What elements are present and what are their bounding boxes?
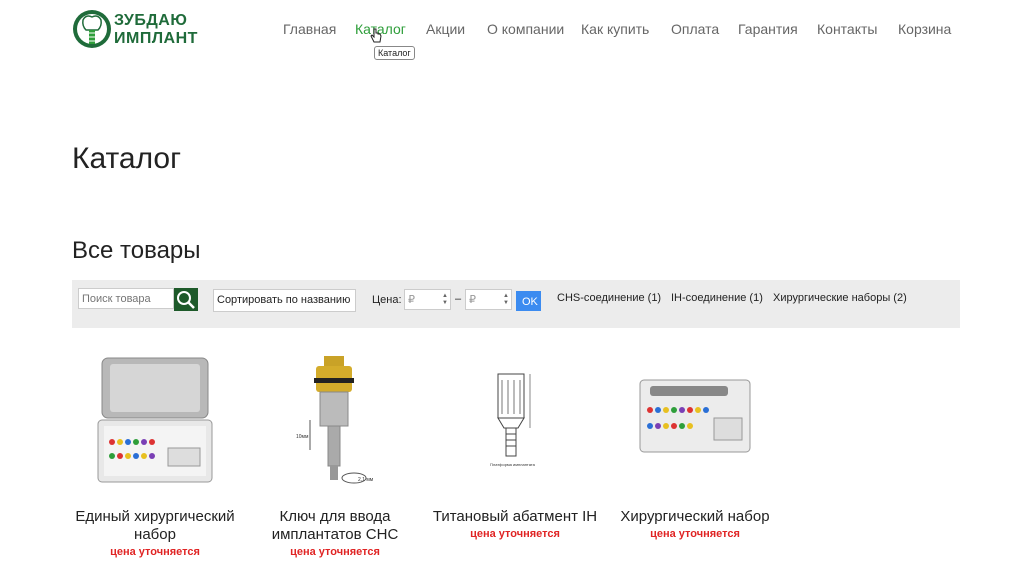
price-to-spinner-icon[interactable]: ▲ ▼ [503,293,509,307]
nav-item-payment[interactable]: Оплата [671,21,719,37]
price-to-placeholder: ₽ [469,294,476,306]
product-image-titanium-abutment[interactable]: Платформа имплантата [430,350,600,490]
category-link-chs[interactable]: CHS-соединение (1) [557,292,661,304]
section-title: Все товары [72,237,201,264]
svg-text:Платформа имплантата: Платформа имплантата [490,462,536,467]
price-from-input[interactable]: ₽ ▲ ▼ [404,289,451,310]
hand-cursor-icon [370,28,382,43]
product-image-implant-key[interactable]: 10мм 2,1 мм [250,350,420,490]
price-dash: – [455,293,462,305]
product-card[interactable]: Хирургический набор цена уточняется [610,350,780,540]
product-name[interactable]: Единый хирургический набор [70,508,240,544]
category-link-ih[interactable]: IH-соединение (1) [671,292,763,304]
product-image-surgical-kit[interactable] [70,350,240,490]
product-price: цена уточняется [650,528,740,540]
filter-bar: Сортировать по названию Цена: ₽ ▲▼ – ₽ ▲… [72,280,960,328]
price-to-input[interactable]: ₽ ▲ ▼ [465,289,512,310]
nav-item-contacts[interactable]: Контакты [817,21,877,37]
nav-item-home[interactable]: Главная [283,21,336,37]
nav-tooltip: Каталог [374,46,415,60]
product-price: цена уточняется [470,528,560,540]
product-price: цена уточняется [110,546,200,558]
price-from-spinner-icon[interactable]: ▲ ▼ [442,293,448,307]
search-button[interactable] [174,288,198,311]
product-name[interactable]: Ключ для ввода имплантатов CHC [250,508,420,544]
price-ok-button[interactable]: OK [516,291,541,311]
page-title: Каталог [72,142,182,175]
product-card[interactable]: Платформа имплантата Титановый абатмент … [430,350,600,540]
nav-item-how-to-buy[interactable]: Как купить [581,21,649,37]
product-price: цена уточняется [290,546,380,558]
price-label: Цена: [372,294,402,306]
nav-item-about[interactable]: О компании [487,21,564,37]
product-card[interactable]: Единый хирургический набор цена уточняет… [70,350,240,558]
nav-item-sales[interactable]: Акции [426,21,465,37]
search-input[interactable] [78,288,174,309]
nav-item-cart[interactable]: Корзина [898,21,951,37]
sort-select[interactable]: Сортировать по названию [213,289,356,312]
category-link-surgical-kits[interactable]: Хирургические наборы (2) [773,292,907,304]
nav-item-warranty[interactable]: Гарантия [738,21,798,37]
svg-text:10мм: 10мм [296,434,309,440]
product-card[interactable]: 10мм 2,1 мм Ключ для ввода имплантатов C… [250,350,420,558]
search-icon [177,291,195,309]
svg-text:2,1 мм: 2,1 мм [358,477,374,483]
price-from-placeholder: ₽ [408,294,415,306]
product-name[interactable]: Титановый абатмент IH [430,508,600,526]
product-image-surgical-set[interactable] [610,350,780,490]
main-nav: Главная Каталог Акции О компании Как куп… [0,21,1024,41]
product-name[interactable]: Хирургический набор [610,508,780,526]
